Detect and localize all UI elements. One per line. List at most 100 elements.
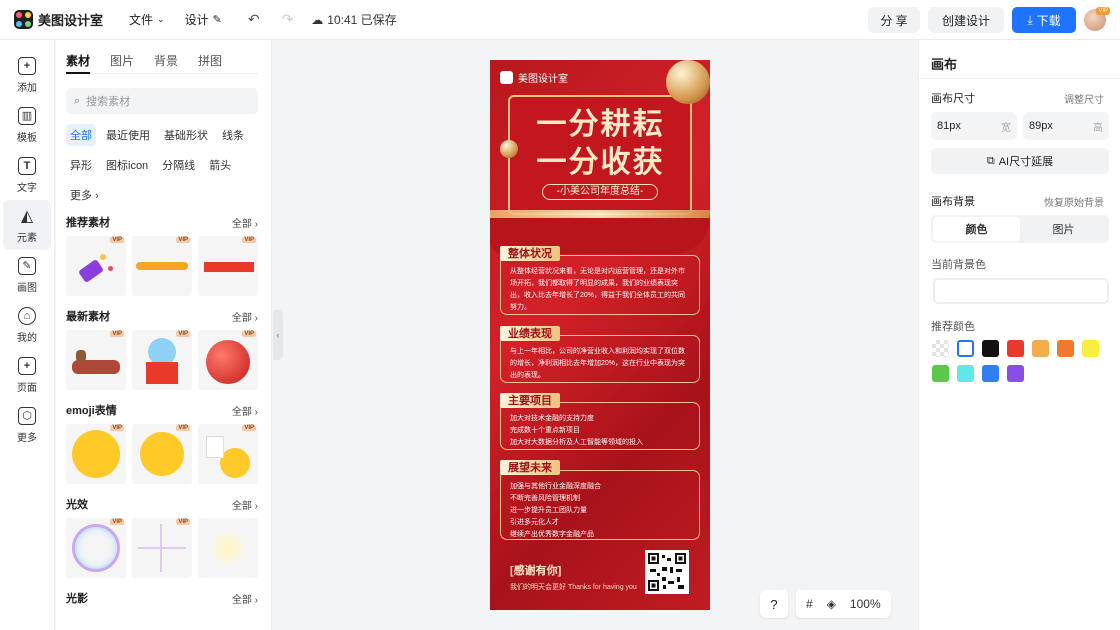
title-line: 一分收获 <box>536 145 665 180</box>
color-swatch-white[interactable] <box>957 340 974 357</box>
tab-materials[interactable]: 素材 <box>66 52 91 74</box>
color-swatch[interactable] <box>982 340 999 357</box>
rail-item-page[interactable]: + 页面 <box>0 350 54 400</box>
rail-item-text[interactable]: T 文字 <box>0 150 54 200</box>
poster-subtitle: -小美公司年度总结- <box>542 184 658 200</box>
color-swatch[interactable] <box>1082 340 1099 357</box>
vip-badge: VIP <box>176 519 190 525</box>
create-design-button[interactable]: 创建设计 <box>928 7 1004 33</box>
download-button[interactable]: ⤓ 下载 <box>1012 7 1076 33</box>
undo-icon[interactable]: ↶ <box>248 11 260 28</box>
see-all-link[interactable]: 全部 › <box>232 403 258 418</box>
grid-icon[interactable]: # <box>806 597 813 611</box>
divider <box>919 78 1120 79</box>
width-field[interactable]: 81px 宽 <box>931 112 1017 140</box>
checklist-emoji-thumb[interactable]: VIP <box>198 424 258 484</box>
see-all-label: 全部 <box>231 406 252 418</box>
party-popper-thumb[interactable]: VIP <box>66 236 126 296</box>
zoom-controls: # ◈ 100% <box>796 590 891 618</box>
sleigh-thumb[interactable]: VIP <box>66 330 126 390</box>
tab-color[interactable]: 颜色 <box>933 217 1020 241</box>
chip-shapes[interactable]: 基础形状 <box>160 124 212 146</box>
app-logo[interactable]: 美图设计室 <box>14 10 103 29</box>
shocked-emoji-thumb[interactable]: VIP <box>66 424 126 484</box>
section-title: 光效 <box>66 499 88 511</box>
chip-dividers[interactable]: 分隔线 <box>158 154 199 176</box>
poster-canvas[interactable]: 美图设计室 一分耕耘 一分收获 -小美公司年度总结- 从整体经营状况来看，无论是对… <box>490 60 710 610</box>
see-all-link[interactable]: 全部 › <box>232 497 258 512</box>
sparkle-thumb[interactable]: VIP <box>132 518 192 578</box>
brush-stroke-thumb[interactable]: VIP <box>132 236 192 296</box>
glow-thumb[interactable] <box>198 518 258 578</box>
design-menu[interactable]: 设计 <box>185 11 209 28</box>
section-heading: 整体状况 <box>500 246 560 261</box>
redo-icon[interactable]: ↷ <box>282 11 294 28</box>
rail-item-add[interactable]: + 添加 <box>0 50 54 100</box>
zoom-level[interactable]: 100% <box>850 597 881 611</box>
canvas-size-label: 画布尺寸 <box>931 93 975 105</box>
element-icon: ◭ <box>20 207 34 225</box>
chip-lines[interactable]: 线条 <box>218 124 248 146</box>
snowglobe-gift-thumb[interactable]: VIP <box>132 330 192 390</box>
color-swatch[interactable] <box>982 365 999 382</box>
adjust-size-link[interactable]: 调整尺寸 <box>1064 91 1104 106</box>
tab-images[interactable]: 图片 <box>110 52 134 74</box>
color-swatch[interactable] <box>957 365 974 382</box>
template-icon: ▥ <box>18 106 36 125</box>
file-menu[interactable]: 文件 <box>129 11 153 28</box>
title-line: 一分耕耘 <box>536 107 665 142</box>
color-swatch[interactable] <box>932 365 949 382</box>
rail-label: 文字 <box>17 182 37 194</box>
height-field[interactable]: 89px 高 <box>1023 112 1109 140</box>
edit-icon[interactable]: ✎ <box>213 13 222 26</box>
chip-recent[interactable]: 最近使用 <box>102 124 154 146</box>
help-button[interactable]: ? <box>760 590 788 618</box>
see-all-link[interactable]: 全部 › <box>232 215 258 230</box>
chip-arrows[interactable]: 箭头 <box>205 154 235 176</box>
width-unit: 宽 <box>1001 122 1011 134</box>
rail-label: 我的 <box>17 332 37 344</box>
share-button[interactable]: 分 享 <box>868 7 920 33</box>
red-bar-thumb[interactable]: VIP <box>198 236 258 296</box>
rail-item-more[interactable]: ⬡ 更多 <box>0 400 54 450</box>
see-all-link[interactable]: 全部 › <box>232 309 258 324</box>
thanks-text: [感谢有你] <box>510 565 562 577</box>
vip-badge: VIP <box>176 425 190 431</box>
recommended-colors-label: 推荐颜色 <box>931 321 975 333</box>
apple-thumb[interactable]: VIP <box>198 330 258 390</box>
restore-bg-link[interactable]: 恢复原始背景 <box>1044 194 1104 209</box>
vip-badge: VIP <box>1096 7 1110 15</box>
ai-extend-button[interactable]: ⧉ AI尺寸延展 <box>931 148 1109 174</box>
logo-icon <box>14 10 33 29</box>
rail-item-template[interactable]: ▥ 模板 <box>0 100 54 150</box>
gold-ball <box>500 140 518 158</box>
section-heading: 业绩表现 <box>500 326 560 341</box>
rail-item-draw[interactable]: ✎ 画图 <box>0 250 54 300</box>
color-swatch[interactable] <box>1007 340 1024 357</box>
chip-more[interactable]: 更多 › <box>66 184 103 206</box>
layers-icon[interactable]: ◈ <box>827 597 836 611</box>
current-bg-swatch[interactable] <box>933 278 1109 304</box>
color-swatch-transparent[interactable] <box>932 340 949 357</box>
color-swatch[interactable] <box>1032 340 1049 357</box>
see-all-link[interactable]: 全部 › <box>232 591 258 606</box>
poster-title: 一分耕耘 一分收获 <box>518 106 683 182</box>
rail-item-mine[interactable]: ⌂ 我的 <box>0 300 54 350</box>
avatar[interactable]: VIP <box>1084 7 1110 31</box>
color-swatch[interactable] <box>1007 365 1024 382</box>
save-status: ☁ 10:41 已保存 <box>311 11 396 28</box>
chip-irregular[interactable]: 异形 <box>66 154 96 176</box>
tab-image[interactable]: 图片 <box>1020 217 1107 241</box>
bubble-thumb[interactable]: VIP <box>66 518 126 578</box>
color-swatch[interactable] <box>1057 340 1074 357</box>
chip-all[interactable]: 全部 <box>66 124 96 146</box>
gold-ball <box>666 60 710 104</box>
rail-item-element[interactable]: ◭ 元素 <box>3 200 51 250</box>
search-input[interactable]: ⌕ 搜索素材 <box>66 88 258 114</box>
cloud-icon: ☁ <box>311 12 324 27</box>
collapse-panel-handle[interactable]: ‹ <box>273 310 283 360</box>
tab-collage[interactable]: 拼图 <box>198 52 222 74</box>
tab-backgrounds[interactable]: 背景 <box>154 52 178 74</box>
chip-icons[interactable]: 图标icon <box>102 154 152 176</box>
thinking-emoji-thumb[interactable]: VIP <box>132 424 192 484</box>
